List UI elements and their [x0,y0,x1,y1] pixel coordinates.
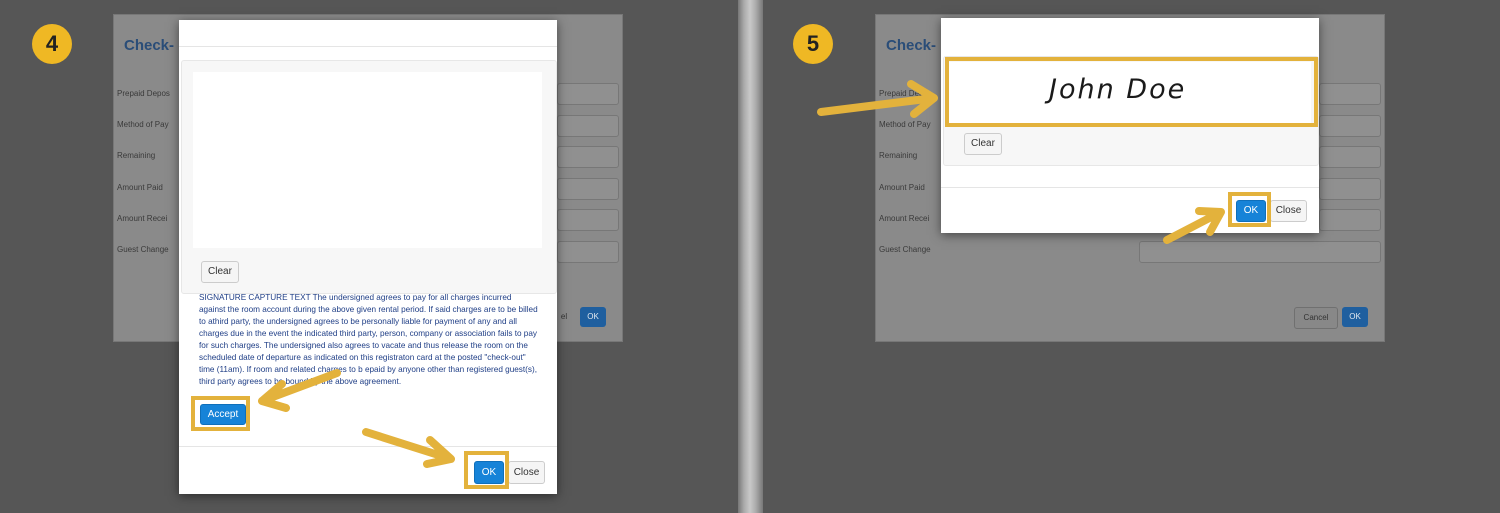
panel-divider [738,0,763,513]
arrow-to-accept-icon [258,369,341,412]
step-5-panel: 5 Check- Prepaid Depos Method of Pay Rem… [763,0,1500,513]
arrow-to-ok-icon [362,428,455,468]
step-4-panel: 4 Check- Prepaid Depos Method of Pay Rem… [0,0,738,513]
annotation-arrows [258,369,455,468]
arrow-to-signature-icon [817,80,938,118]
annotation-arrows [817,80,1225,244]
arrow-to-ok-icon [1163,207,1225,244]
